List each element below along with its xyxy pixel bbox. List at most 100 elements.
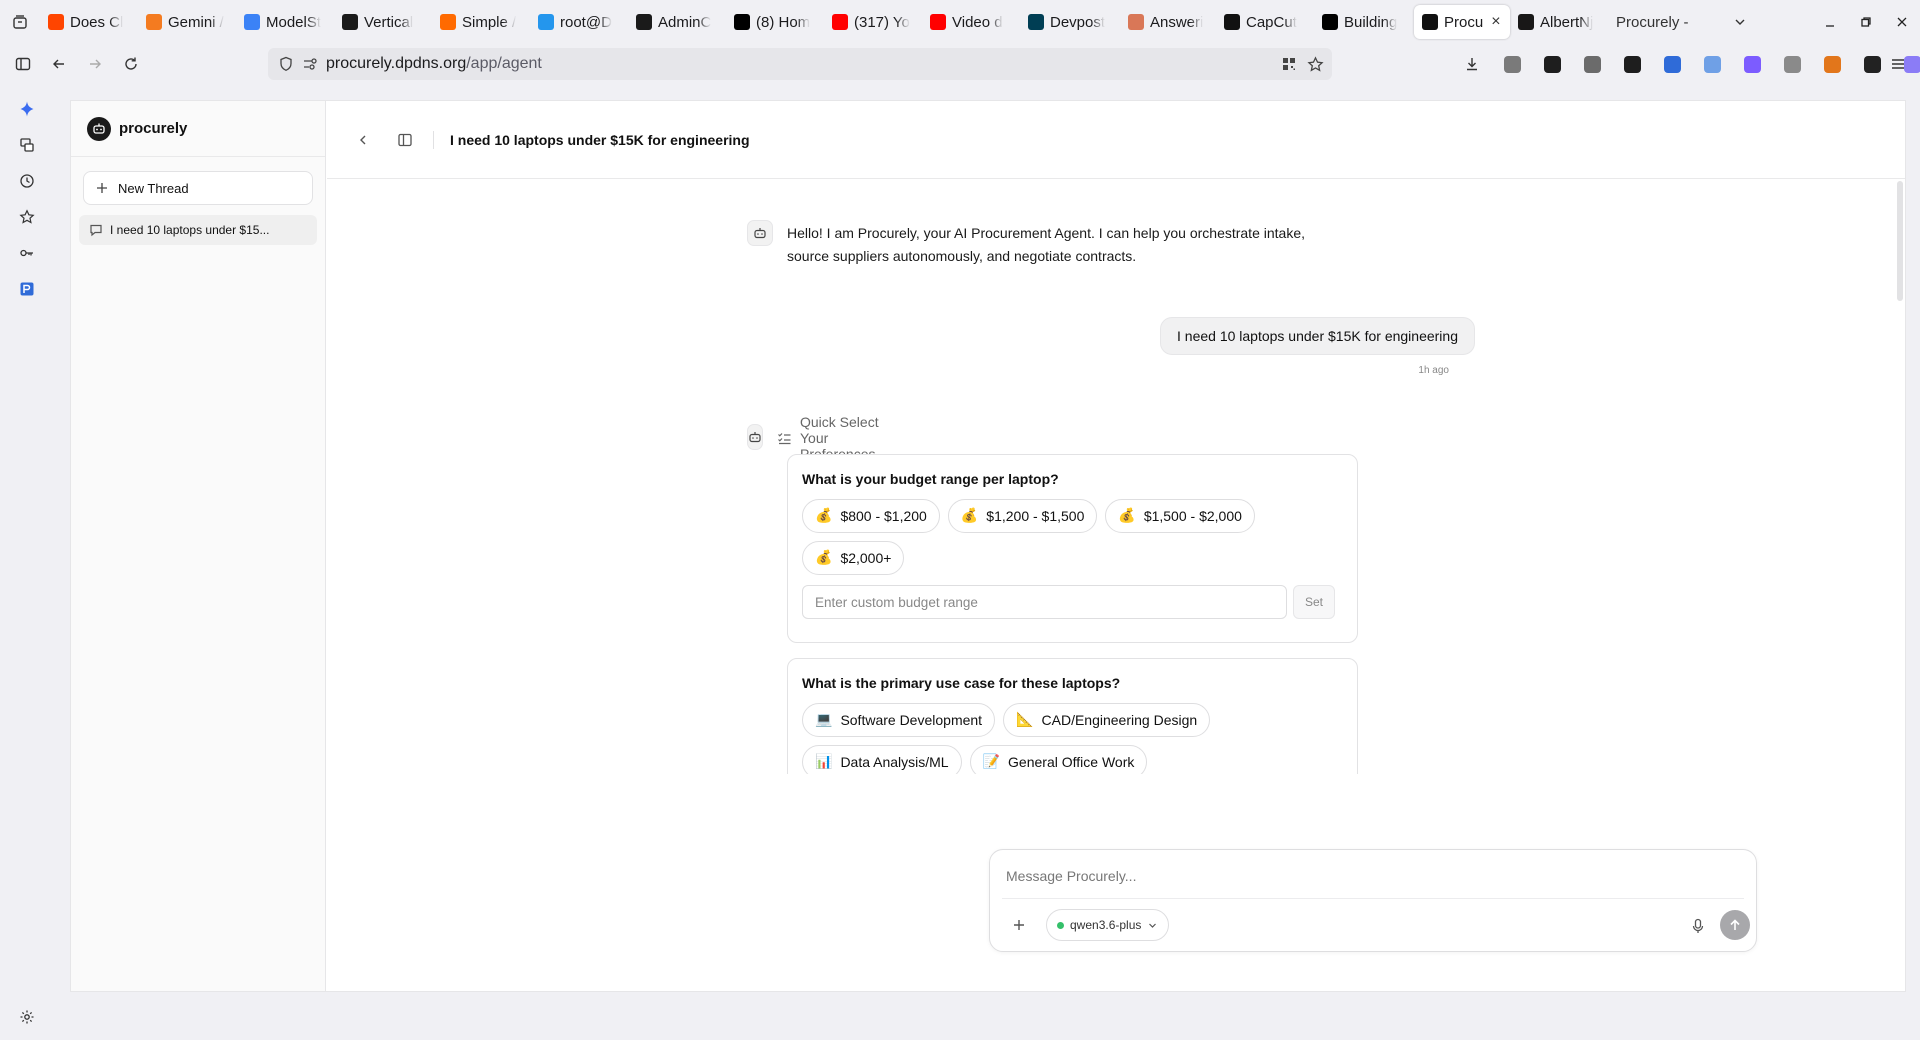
attach-plus-icon[interactable] — [1006, 912, 1032, 938]
close-tab-icon[interactable]: × — [1491, 13, 1500, 31]
history-icon[interactable] — [9, 168, 45, 194]
extension-icon[interactable] — [1492, 44, 1532, 84]
qr-code-icon[interactable] — [1281, 56, 1297, 72]
close-icon[interactable] — [1884, 0, 1920, 44]
option-chip[interactable]: 💰 $800 - $1,200 — [802, 499, 940, 533]
extension-icon[interactable] — [1612, 44, 1652, 84]
panel-toggle-icon[interactable] — [391, 126, 419, 154]
assistant-greeting: Hello! I am Procurely, your AI Procureme… — [747, 220, 1347, 268]
browser-tab[interactable]: AlbertNj — [1510, 5, 1608, 39]
tab-title: Simple / — [462, 13, 517, 31]
browser-tab[interactable]: Vertical — [334, 5, 432, 39]
browser-tab[interactable]: AdminC — [628, 5, 726, 39]
url-text[interactable]: procurely.dpdns.org/app/agent — [326, 55, 542, 73]
new-thread-button[interactable]: New Thread — [83, 171, 313, 205]
extension-icon[interactable] — [1532, 44, 1572, 84]
tab-title: ModelSt — [266, 13, 322, 31]
browser-tab[interactable]: (317) Yo — [824, 5, 922, 39]
browser-tab[interactable]: Procurely - — [1608, 5, 1720, 39]
extension-icon[interactable] — [1812, 44, 1852, 84]
youtube-icon — [930, 14, 946, 30]
browser-tab[interactable]: Answeri — [1120, 5, 1216, 39]
shield-icon[interactable] — [278, 56, 294, 72]
option-label: $2,000+ — [840, 550, 892, 566]
message-composer: qwen3.6-plus — [989, 849, 1757, 952]
extension-icon[interactable] — [1732, 44, 1772, 84]
option-emoji-icon: 💰 — [960, 508, 979, 524]
thread-item[interactable]: I need 10 laptops under $15... — [79, 215, 317, 245]
option-chip[interactable]: 💰 $2,000+ — [802, 541, 905, 575]
gemini-icon — [146, 14, 162, 30]
synced-tabs-icon[interactable] — [9, 132, 45, 158]
extension-icon[interactable] — [1652, 44, 1692, 84]
bookmark-star-icon[interactable] — [1307, 55, 1324, 73]
option-label: Software Development — [840, 712, 983, 728]
option-chip[interactable]: 💻 Software Development — [802, 703, 996, 737]
downloads-icon[interactable] — [1452, 44, 1492, 84]
option-chip[interactable]: 📊 Data Analysis/ML — [802, 745, 962, 774]
option-chip[interactable]: 📝 General Office Work — [969, 745, 1148, 774]
browser-tab[interactable]: Building — [1314, 5, 1414, 39]
browser-tab[interactable]: (8) Hom — [726, 5, 824, 39]
option-emoji-icon: 💻 — [815, 712, 833, 728]
extensions-toolbar — [1452, 44, 1920, 84]
back-icon[interactable] — [41, 46, 77, 82]
send-button[interactable] — [1720, 910, 1750, 940]
modelstudio-icon — [244, 14, 260, 30]
custom-answer-input[interactable] — [802, 585, 1287, 619]
tab-title: Answeri — [1150, 13, 1204, 31]
option-label: $800 - $1,200 — [840, 508, 927, 524]
plus-icon — [96, 182, 108, 194]
app-sidebar: procurely New Thread I need 10 laptops u… — [71, 101, 326, 991]
settings-gear-icon[interactable] — [9, 1004, 45, 1030]
browser-tab[interactable]: CapCut — [1216, 5, 1314, 39]
model-status-dot — [1057, 921, 1064, 929]
option-chip[interactable]: 💰 $1,500 - $2,000 — [1105, 499, 1255, 533]
ai-sparkle-icon[interactable] — [9, 96, 45, 122]
devpost-icon — [1028, 14, 1044, 30]
forward-icon[interactable] — [77, 46, 113, 82]
menu-icon[interactable] — [1880, 46, 1916, 82]
extension-icon[interactable] — [1772, 44, 1812, 84]
reload-icon[interactable] — [113, 46, 149, 82]
microphone-icon[interactable] — [1686, 914, 1710, 938]
tab-active[interactable]: Procu × — [1414, 5, 1510, 39]
browser-tab[interactable]: Devpost — [1020, 5, 1120, 39]
option-label: CAD/Engineering Design — [1041, 712, 1198, 728]
option-emoji-icon: 📊 — [815, 754, 833, 770]
chevron-down-icon[interactable] — [1722, 0, 1758, 44]
passwords-key-icon[interactable] — [9, 240, 45, 266]
minimize-icon[interactable] — [1812, 0, 1848, 44]
address-bar[interactable]: procurely.dpdns.org/app/agent — [268, 48, 1332, 80]
sidebar-toggle-icon[interactable] — [5, 46, 41, 82]
divider — [1002, 898, 1744, 899]
browser-nav-bar: procurely.dpdns.org/app/agent — [0, 44, 1920, 84]
bookmarks-icon[interactable] — [9, 204, 45, 230]
set-button[interactable]: Set — [1293, 585, 1335, 619]
model-selector[interactable]: qwen3.6-plus — [1046, 909, 1170, 941]
browser-tab[interactable]: ModelSt — [236, 5, 334, 39]
browser-tab[interactable]: root@D — [530, 5, 628, 39]
question-text: What is the primary use case for these l… — [802, 675, 1121, 691]
browser-tab[interactable]: Video d — [922, 5, 1020, 39]
option-chip[interactable]: 📐 CAD/Engineering Design — [1003, 703, 1211, 737]
preference-card: What is your budget range per laptop? 💰 $8… — [787, 454, 1358, 643]
browser-tab[interactable]: Gemini / — [138, 5, 236, 39]
message-input[interactable] — [1006, 864, 1726, 888]
option-chips: 💻 Software Development 📐 CAD/Engineering De… — [802, 703, 1342, 774]
chevron-left-icon[interactable] — [349, 126, 377, 154]
chevron-down-icon — [1147, 920, 1158, 931]
tab-title: Procurely - — [1616, 13, 1689, 31]
restore-icon[interactable] — [1848, 0, 1884, 44]
browser-tab[interactable]: Simple / — [432, 5, 530, 39]
chat-scrollbar[interactable] — [1897, 181, 1903, 301]
chat-messages[interactable]: Hello! I am Procurely, your AI Procureme… — [327, 180, 1905, 774]
site-permissions-icon[interactable] — [302, 56, 318, 72]
brand-header[interactable]: procurely — [71, 101, 325, 157]
extension-sidebar-icon[interactable] — [9, 276, 45, 302]
tab-groups-icon[interactable] — [0, 0, 40, 44]
extension-icon[interactable] — [1692, 44, 1732, 84]
option-chip[interactable]: 💰 $1,200 - $1,500 — [947, 499, 1098, 533]
extension-icon[interactable] — [1572, 44, 1612, 84]
browser-tab[interactable]: Does Cl — [40, 5, 138, 39]
